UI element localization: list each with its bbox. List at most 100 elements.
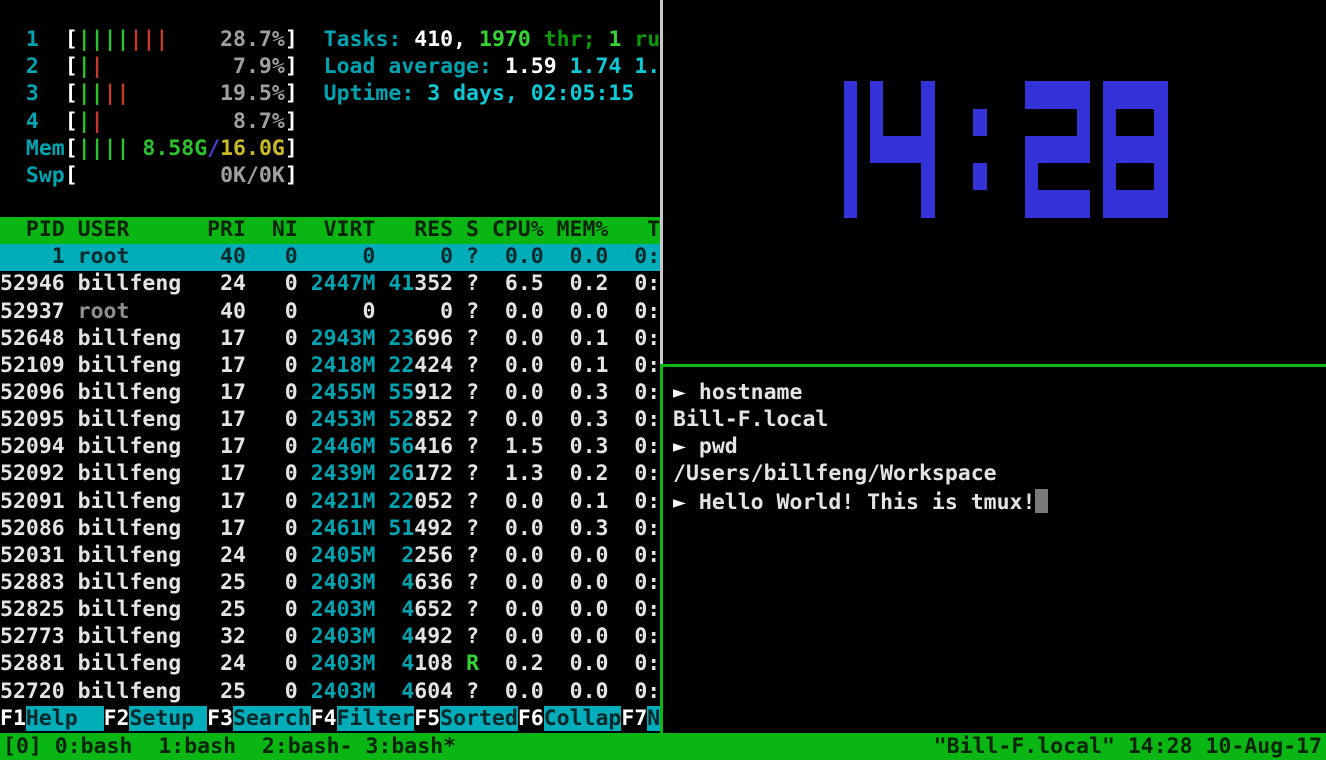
blank-line	[0, 190, 663, 217]
clock-digit-cell	[1064, 136, 1077, 164]
clock-digit-cell	[921, 109, 934, 137]
clock-digit-cell	[973, 109, 986, 137]
process-row: 52031 billfeng 24 0 2405M 2256 ? 0.0 0.0…	[0, 543, 663, 570]
process-row: 52094 billfeng 17 0 2446M 56416 ? 1.5 0.…	[0, 434, 663, 461]
process-row: 52720 billfeng 25 0 2403M 4604 ? 0.0 0.0…	[0, 679, 663, 706]
window-tab-1[interactable]: 1:bash	[158, 734, 236, 759]
clock-digit-cell	[973, 163, 986, 191]
clock-digit-cell	[1051, 81, 1064, 109]
clock-digit-cell	[1154, 81, 1167, 109]
pane-divider-vertical-active[interactable]	[660, 364, 663, 733]
shell-output-line: /Users/billfeng/Workspace	[673, 461, 1323, 488]
clock-digit-cell	[1077, 81, 1090, 109]
clock-digit-cell	[1064, 81, 1077, 109]
clock-digit-cell	[1154, 163, 1167, 191]
clock-digit-cell	[1025, 136, 1038, 164]
tmux-status-bar: [0] 0:bash 1:bash 2:bash- 3:bash* "Bill-…	[0, 733, 1326, 760]
clock-digit-cell	[1154, 136, 1167, 164]
blank-line	[0, 0, 663, 27]
pane-divider-horizontal-active[interactable]	[663, 364, 1326, 367]
clock-digit-cell	[1038, 190, 1051, 218]
clock-digit-cell	[1051, 190, 1064, 218]
fkey-f3-label[interactable]: Search	[233, 706, 311, 731]
window-tab-0[interactable]: 0:bash	[55, 734, 133, 759]
session-name: [0]	[3, 734, 55, 759]
clock-digit-cell	[1154, 109, 1167, 137]
clock-digit-cell	[844, 136, 857, 164]
process-row: 52109 billfeng 17 0 2418M 22424 ? 0.0 0.…	[0, 353, 663, 380]
status-right-host-time: "Bill-F.local" 14:28 10-Aug-17	[934, 733, 1326, 760]
clock-digit-cell	[1025, 81, 1038, 109]
clock-digit-cell	[1025, 163, 1038, 191]
tmux-screen: 1 [||||||| 28.7%] Tasks: 410, 1970 thr; …	[0, 0, 1326, 760]
clock-digit-cell	[1116, 81, 1129, 109]
clock-digit-cell	[1103, 136, 1116, 164]
clock-digit-cell	[921, 136, 934, 164]
fkey-f3-button[interactable]: F3	[207, 706, 233, 731]
clock-digit-cell	[1141, 136, 1154, 164]
clock-digit-cell	[1141, 81, 1154, 109]
shell-output-line: Bill-F.local	[673, 407, 1323, 434]
clock-digit-cell	[1025, 190, 1038, 218]
clock-digit-cell	[844, 81, 857, 109]
status-left-windows: [0] 0:bash 1:bash 2:bash- 3:bash*	[0, 733, 456, 760]
clock-pane[interactable]	[664, 0, 1326, 364]
clock-digit-cell	[1116, 190, 1129, 218]
process-table-header: PID USER PRI NI VIRT RES S CPU% MEM% T	[0, 217, 663, 244]
pane-divider-vertical[interactable]	[660, 0, 663, 364]
shell-command-line: ► hostname	[673, 380, 1323, 407]
clock-digit-cell	[1077, 190, 1090, 218]
htop-pane[interactable]: 1 [||||||| 28.7%] Tasks: 410, 1970 thr; …	[0, 0, 663, 733]
clock-digit-cell	[1141, 190, 1154, 218]
shell-pane[interactable]: ► hostnameBill-F.local► pwd/Users/billfe…	[673, 380, 1323, 516]
clock-digit-cell	[1077, 136, 1090, 164]
clock-digit-cell	[1154, 190, 1167, 218]
swap-meter: Swp[ 0K/0K]	[0, 163, 663, 190]
clock-digit-cell	[870, 109, 883, 137]
process-row: 52883 billfeng 25 0 2403M 4636 ? 0.0 0.0…	[0, 570, 663, 597]
window-tab-3[interactable]: 3:bash*	[365, 734, 456, 759]
clock-digit-cell	[1103, 190, 1116, 218]
memory-meter: Mem[|||| 8.58G/16.0G]	[0, 136, 663, 163]
process-row: 52092 billfeng 17 0 2439M 26172 ? 1.3 0.…	[0, 461, 663, 488]
clock-digit-cell	[1038, 136, 1051, 164]
window-tab-2[interactable]: 2:bash-	[262, 734, 353, 759]
fkey-f7-button[interactable]: F7	[621, 706, 647, 731]
process-row: 52773 billfeng 32 0 2403M 4492 ? 0.0 0.0…	[0, 624, 663, 651]
process-row-selected: 1 root 40 0 0 0 ? 0.0 0.0 0:	[0, 244, 663, 271]
clock-digit-cell	[1051, 136, 1064, 164]
clock-digit-cell	[1116, 136, 1129, 164]
fkey-f6-button[interactable]: F6	[518, 706, 544, 731]
process-row: 52937 root 40 0 0 0 ? 0.0 0.0 0:	[0, 299, 663, 326]
clock-digit-cell	[1064, 190, 1077, 218]
text-cursor	[1035, 489, 1048, 513]
clock-digit-cell	[844, 163, 857, 191]
fkey-f2-button[interactable]: F2	[104, 706, 130, 731]
fkey-f5-button[interactable]: F5	[414, 706, 440, 731]
cpu-meter-2: 2 [|| 7.9%] Load average: 1.59 1.74 1.	[0, 54, 663, 81]
fkey-f2-label[interactable]: Setup	[129, 706, 207, 731]
htop-function-key-bar: F1Help F2Setup F3SearchF4FilterF5SortedF…	[0, 706, 663, 733]
clock-digit-cell	[921, 163, 934, 191]
clock-digit-cell	[844, 109, 857, 137]
clock-digit-cell	[1077, 109, 1090, 137]
fkey-f4-label[interactable]: Filter	[337, 706, 415, 731]
fkey-f4-button[interactable]: F4	[311, 706, 337, 731]
clock-digit-cell	[1129, 190, 1142, 218]
fkey-f7-label[interactable]: N	[647, 706, 660, 731]
clock-digit-cell	[844, 190, 857, 218]
fkey-f5-label[interactable]: Sorted	[440, 706, 518, 731]
process-row: 52881 billfeng 24 0 2403M 4108 R 0.2 0.0…	[0, 651, 663, 678]
clock-digit-cell	[1103, 109, 1116, 137]
cpu-meter-4: 4 [|| 8.7%]	[0, 109, 663, 136]
cpu-meter-1: 1 [||||||| 28.7%] Tasks: 410, 1970 thr; …	[0, 27, 663, 54]
clock-digit-cell	[896, 136, 909, 164]
clock-digit-cell	[883, 136, 896, 164]
cpu-meter-3: 3 [|||| 19.5%] Uptime: 3 days, 02:05:15	[0, 81, 663, 108]
fkey-f1-button[interactable]: F1	[0, 706, 26, 731]
clock-digit-cell	[1129, 136, 1142, 164]
fkey-f1-label[interactable]: Help	[26, 706, 104, 731]
process-row: 52648 billfeng 17 0 2943M 23696 ? 0.0 0.…	[0, 326, 663, 353]
fkey-f6-label[interactable]: Collap	[544, 706, 622, 731]
clock-digit-cell	[921, 190, 934, 218]
